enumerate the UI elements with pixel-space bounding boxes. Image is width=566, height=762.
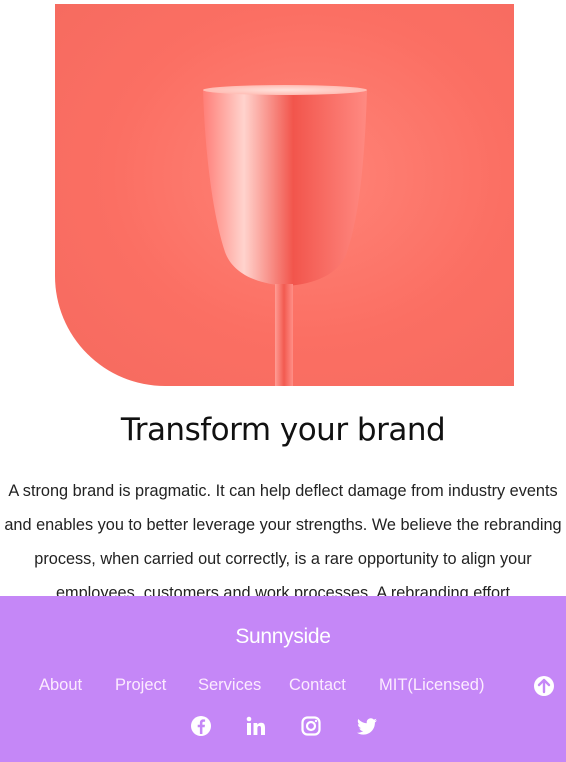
footer-nav: About Project Services Contact MIT(Licen… [0,676,566,698]
linkedin-icon[interactable] [245,715,267,737]
hero-image [55,4,514,386]
twitter-icon[interactable] [356,715,378,737]
nav-services[interactable]: Services [198,676,261,695]
scroll-top-button[interactable] [534,676,554,696]
goblet-illustration [203,85,367,386]
nav-about[interactable]: About [39,676,82,695]
nav-project[interactable]: Project [115,676,166,695]
instagram-icon[interactable] [300,715,322,737]
section-title: Transform your brand [120,412,446,448]
section-body: A strong brand is pragmatic. It can help… [4,482,562,602]
arrow-up-icon [537,678,551,694]
nav-contact[interactable]: Contact [289,676,346,695]
nav-license[interactable]: MIT(Licensed) [379,676,484,695]
footer-brand[interactable]: Sunnyside [0,625,566,649]
social-links [0,715,566,737]
facebook-icon[interactable] [190,715,212,737]
